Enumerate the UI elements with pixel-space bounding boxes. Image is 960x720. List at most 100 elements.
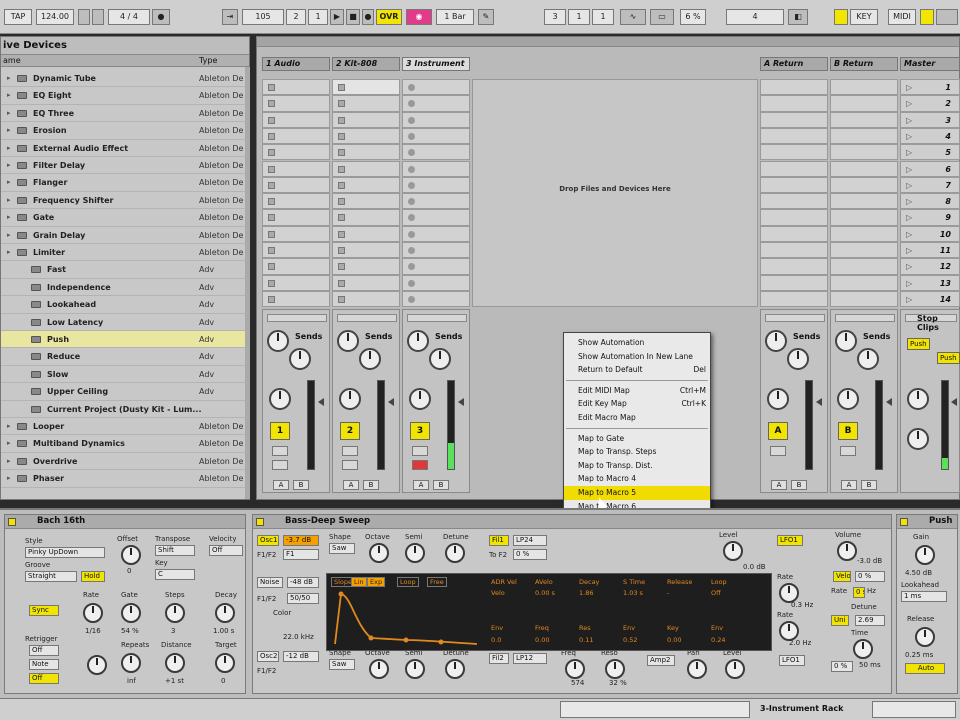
crossfade-a-button[interactable]: A: [343, 480, 359, 490]
record-icon[interactable]: ●: [362, 9, 374, 25]
clip-slot-return-b[interactable]: [830, 111, 898, 128]
clip-slot-return-b[interactable]: [830, 176, 898, 194]
send-b-knob[interactable]: [787, 348, 809, 370]
clip-slot-return-a[interactable]: [760, 225, 828, 242]
amp2-toggle[interactable]: Amp2: [647, 655, 675, 666]
pan-knob[interactable]: [687, 659, 707, 679]
loop-start-sixteenths[interactable]: 1: [592, 9, 614, 25]
solo-button[interactable]: [342, 446, 358, 456]
lookahead-select[interactable]: 1 ms: [901, 591, 947, 602]
browser-item[interactable]: Low Latency Adv: [1, 314, 245, 331]
browser-item[interactable]: ▸ Erosion Ableton De: [1, 122, 245, 140]
lfo1-rate-knob[interactable]: [779, 583, 799, 603]
browser-item[interactable]: ▸ Gate Ableton De: [1, 209, 245, 227]
send-b-knob[interactable]: [857, 348, 879, 370]
clip-slot-instrument[interactable]: [402, 193, 470, 210]
envelope-param-value[interactable]: -: [667, 589, 669, 597]
browser-item[interactable]: Slow Adv: [1, 366, 245, 384]
solo-button[interactable]: [412, 446, 428, 456]
fil2-toggle[interactable]: Fil2: [489, 653, 509, 664]
to-f2-value[interactable]: 0 %: [513, 549, 547, 560]
menu-item[interactable]: Show Automation In New Lane: [564, 350, 710, 364]
solo-button[interactable]: [840, 446, 856, 456]
velocity-toggle[interactable]: Off: [209, 545, 243, 556]
browser-item[interactable]: ▸ Multiband Dynamics Ableton De: [1, 435, 245, 453]
browser-item[interactable]: Push Adv: [1, 331, 245, 349]
steps-knob[interactable]: [165, 603, 185, 623]
arpeggiator-power-button[interactable]: [8, 518, 16, 526]
clip-stop-button-icon[interactable]: [338, 149, 345, 157]
volume-fader-arrow-icon[interactable]: [816, 398, 822, 406]
osc1-level[interactable]: -3.7 dB: [283, 535, 319, 546]
overview-bar[interactable]: [257, 37, 959, 47]
crossfade-b-button[interactable]: B: [363, 480, 379, 490]
menu-item[interactable]: Map to Gate: [564, 432, 710, 446]
clip-slot-instrument[interactable]: [402, 258, 470, 275]
track-header-kit[interactable]: 2 Kit-808: [332, 57, 400, 71]
clip-stop-button-icon[interactable]: [268, 279, 275, 287]
clip-slot-return-a[interactable]: [760, 160, 828, 177]
clip-slot-return-b[interactable]: [830, 160, 898, 177]
scene-play-icon[interactable]: ▷: [906, 292, 912, 307]
clip-stop-button-icon[interactable]: [338, 198, 345, 206]
release-knob[interactable]: [915, 627, 935, 647]
expand-arrow-icon[interactable]: ▸: [7, 87, 11, 103]
io-button[interactable]: [337, 314, 397, 322]
scene-play-icon[interactable]: ▷: [906, 276, 912, 291]
follow-icon[interactable]: ⇥: [222, 9, 238, 25]
clip-stop-button-icon[interactable]: [338, 279, 345, 287]
scene-launch[interactable]: ▷ 6: [900, 160, 960, 177]
pencil-icon[interactable]: ✎: [478, 9, 494, 25]
expand-arrow-icon[interactable]: ▸: [7, 209, 11, 225]
hold-button[interactable]: Hold: [81, 571, 105, 582]
clip-stop-button-icon[interactable]: [268, 116, 275, 124]
loop-toggle-icon[interactable]: ∿: [620, 9, 646, 25]
crossfade-a-button[interactable]: A: [771, 480, 787, 490]
scene-launch[interactable]: ▷ 5: [900, 144, 960, 161]
menu-item[interactable]: Edit Key Map Ctrl+K: [564, 397, 710, 411]
envelope-mod-value[interactable]: 0.11: [579, 636, 593, 644]
expand-arrow-icon[interactable]: ▸: [7, 174, 11, 190]
offset-knob[interactable]: [121, 545, 141, 565]
octave-knob[interactable]: [369, 543, 389, 563]
loop-length-field[interactable]: 4: [726, 9, 784, 25]
clip-stop-button-icon[interactable]: [338, 247, 345, 254]
clip-stop-dot-icon[interactable]: [408, 181, 415, 189]
browser-scrollbar[interactable]: [245, 67, 250, 499]
clip-slot-return-a[interactable]: [760, 258, 828, 275]
scene-launch[interactable]: ▷ 1: [900, 79, 960, 96]
envelope-slope-tab[interactable]: Free: [427, 577, 447, 587]
glide-value[interactable]: 2.69: [855, 615, 885, 626]
scene-launch[interactable]: ▷ 9: [900, 209, 960, 226]
envelope-curve[interactable]: [331, 588, 481, 648]
clip-slot-return-a[interactable]: [760, 111, 828, 128]
clip-slot-return-a[interactable]: [760, 127, 828, 145]
clip-stop-button-icon[interactable]: [338, 116, 345, 124]
clip-stop-dot-icon[interactable]: [408, 279, 415, 287]
envelope-param-value[interactable]: Velo: [491, 589, 505, 597]
clip-stop-dot-icon[interactable]: [408, 84, 415, 91]
clip-slot-audio[interactable]: [262, 176, 330, 194]
scene-launch[interactable]: ▷ 14: [900, 290, 960, 308]
clip-slot-kit[interactable]: [332, 242, 400, 259]
send-a-knob[interactable]: [407, 330, 429, 352]
clip-slot-return-b[interactable]: [830, 193, 898, 210]
clip-slot-return-a[interactable]: [760, 209, 828, 226]
sync-button[interactable]: Sync: [29, 605, 59, 616]
envelope-slope-tab[interactable]: Exp: [367, 577, 386, 587]
scene-play-icon[interactable]: ▷: [906, 145, 912, 160]
volume-fader-arrow-icon[interactable]: [886, 398, 892, 406]
rate-value-box[interactable]: 0 st: [853, 587, 865, 598]
browser-item[interactable]: ▸ External Audio Effect Ableton De: [1, 140, 245, 157]
menu-item[interactable]: Map to Macro 4: [564, 472, 710, 486]
clip-slot-instrument[interactable]: [402, 111, 470, 128]
scene-play-icon[interactable]: ▷: [906, 80, 912, 95]
clip-slot-return-a[interactable]: [760, 274, 828, 291]
clip-slot-audio[interactable]: [262, 111, 330, 128]
clip-slot-instrument[interactable]: [402, 242, 470, 259]
browser-item[interactable]: Fast Adv: [1, 261, 245, 279]
envelope-param-value[interactable]: 1.86: [579, 589, 593, 597]
clip-stop-button-icon[interactable]: [268, 165, 275, 173]
detune-knob[interactable]: [445, 543, 465, 563]
fil1-type-select[interactable]: LP24: [513, 535, 547, 546]
